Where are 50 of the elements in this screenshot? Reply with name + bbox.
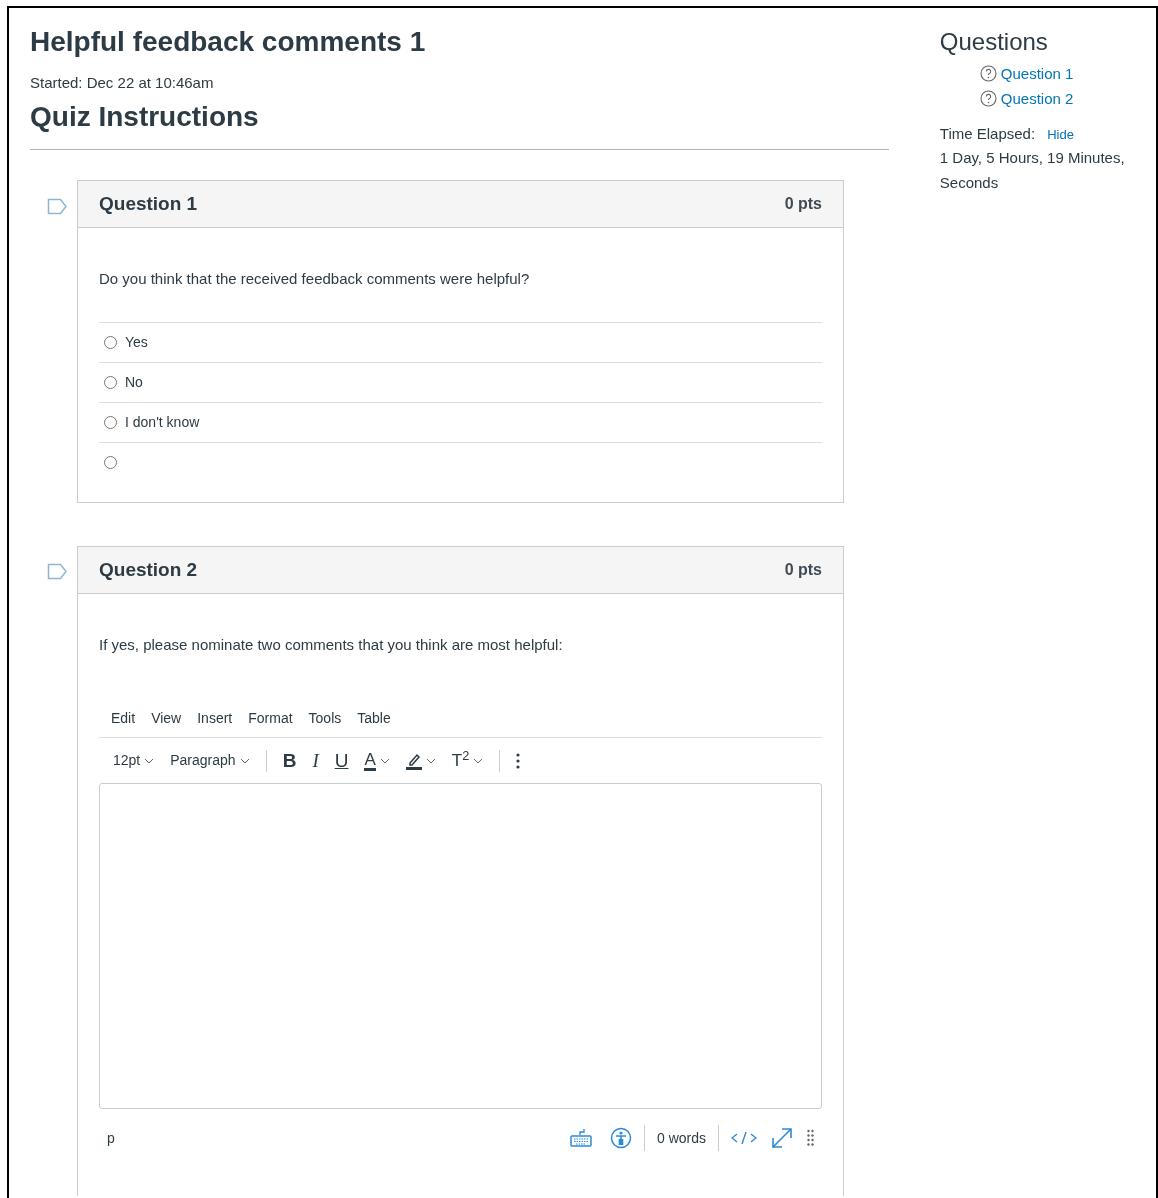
text-color-button[interactable]: A <box>358 748 396 773</box>
points-label: 0 pts <box>784 559 822 580</box>
points-label: 0 pts <box>784 194 822 215</box>
answer-label: I don't know <box>125 412 200 432</box>
question-title: Question 1 <box>99 192 198 217</box>
question-text: Do you think that the received feedback comments were helpful? <box>99 269 531 290</box>
caret-icon <box>239 757 250 764</box>
question-link[interactable]: Question 1 <box>979 60 1156 86</box>
more-icon <box>516 752 521 769</box>
caret-icon <box>425 757 436 764</box>
answer-label: No <box>125 372 143 392</box>
code-view-icon[interactable] <box>731 1131 757 1146</box>
menu-item[interactable]: Edit <box>111 708 136 730</box>
menu-item[interactable]: Tools <box>308 708 342 730</box>
menu-item[interactable]: Format <box>248 708 293 730</box>
question-link[interactable]: Question 2 <box>979 85 1156 111</box>
italic-button[interactable]: I <box>306 744 325 778</box>
menu-item[interactable]: Table <box>357 708 391 730</box>
question-text: If yes, please nominate two comments that you think are most helpful: <box>99 634 564 655</box>
caret-icon <box>379 757 390 764</box>
answer-label: Yes <box>125 332 148 352</box>
menu-item[interactable]: Insert <box>197 708 233 730</box>
dropdown-button[interactable]: 12pt <box>107 748 161 774</box>
word-count[interactable]: 0 words <box>656 1127 706 1149</box>
flag-icon[interactable] <box>47 197 68 215</box>
underline-button[interactable]: U <box>328 744 355 778</box>
menu-item[interactable]: View <box>151 708 182 730</box>
superscript-button[interactable]: T$^{2}$ <box>445 750 490 772</box>
caret-icon <box>144 757 155 764</box>
quiz-title: Helpful feedback comments 1 <box>30 25 427 59</box>
highlighter-icon <box>405 751 422 770</box>
keyboard-icon[interactable] <box>569 1129 592 1148</box>
hide-link[interactable]: Hide <box>1047 126 1074 142</box>
element-path[interactable]: p <box>107 1127 115 1149</box>
bold-button[interactable]: B <box>276 744 303 778</box>
accessibility-icon[interactable] <box>609 1127 632 1150</box>
question-title: Question 2 <box>99 557 198 582</box>
caret-icon <box>473 757 484 764</box>
dropdown-button[interactable]: Paragraph <box>164 748 256 774</box>
flag-icon[interactable] <box>47 563 68 581</box>
started-text: Started: Dec 22 at 10:46am <box>30 73 215 94</box>
resize-handle-icon[interactable] <box>807 1129 814 1148</box>
elapsed-time: 1 Day, 5 Hours, 19 Minutes, <box>939 148 1126 169</box>
sidebar-heading: Questions <box>939 28 1049 57</box>
help-circle-icon <box>979 89 997 107</box>
help-circle-icon <box>979 64 997 82</box>
time-elapsed-label: Time Elapsed: <box>939 124 1036 142</box>
elapsed-time: Seconds <box>939 173 1000 194</box>
instructions-heading: Quiz Instructions <box>30 99 260 134</box>
fullscreen-icon[interactable] <box>771 1127 793 1150</box>
